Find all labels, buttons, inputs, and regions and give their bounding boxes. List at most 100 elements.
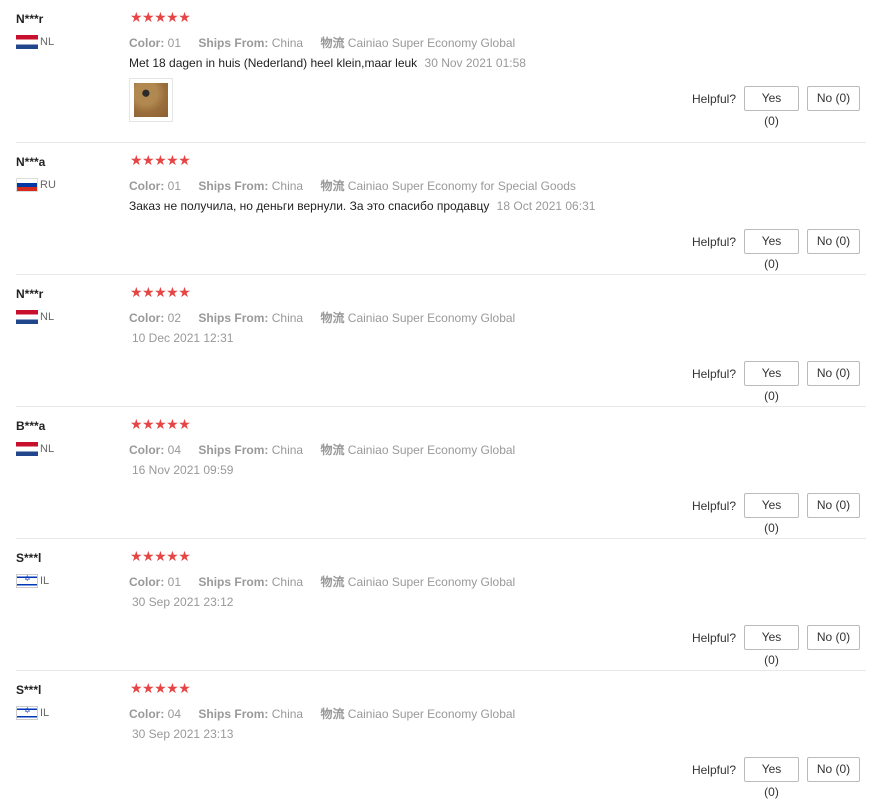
country-code: IL bbox=[40, 707, 50, 719]
color-label: Color: bbox=[129, 707, 165, 721]
helpful-yes-button[interactable]: Yes (0) bbox=[744, 493, 799, 535]
helpful-label: Helpful? bbox=[691, 498, 736, 513]
reviewer-country: NL bbox=[16, 442, 54, 456]
star-rating: ★★★★★ bbox=[130, 285, 191, 301]
review-meta: Color: 01 Ships From: China 物流 Cainiao S… bbox=[129, 573, 515, 590]
review-item: N***r NL ★★★★★ Color: 01 Ships From: Chi… bbox=[16, 10, 866, 143]
helpful-no-button[interactable]: No (0) bbox=[807, 757, 860, 782]
review-meta: Color: 01 Ships From: China 物流 Cainiao S… bbox=[129, 34, 515, 51]
reviewer-country: IL bbox=[16, 706, 49, 720]
reviewer-name: S***l bbox=[16, 683, 42, 697]
ships-from-label: Ships From: bbox=[198, 443, 269, 457]
reviewer-name: S***l bbox=[16, 551, 42, 565]
review-date: 30 Sep 2021 23:12 bbox=[132, 595, 234, 609]
helpful-yes-button[interactable]: Yes (0) bbox=[744, 229, 799, 271]
logistics-label: 物流 bbox=[320, 707, 345, 721]
review-text: Met 18 dagen in huis (Nederland) heel kl… bbox=[129, 56, 418, 70]
logistics-value: Cainiao Super Economy Global bbox=[347, 311, 516, 325]
color-value: 01 bbox=[167, 179, 182, 193]
helpful-no-button[interactable]: No (0) bbox=[807, 361, 860, 386]
color-value: 01 bbox=[167, 575, 182, 589]
helpful-no-button[interactable]: No (0) bbox=[807, 493, 860, 518]
helpful-controls: Helpful? Yes (0) No (0) bbox=[691, 86, 860, 128]
color-label: Color: bbox=[129, 443, 165, 457]
logistics-label: 物流 bbox=[320, 179, 345, 193]
helpful-controls: Helpful? Yes (0) No (0) bbox=[691, 493, 860, 535]
israel-flag-icon bbox=[16, 706, 38, 720]
helpful-label: Helpful? bbox=[691, 630, 736, 645]
review-meta: Color: 04 Ships From: China 物流 Cainiao S… bbox=[129, 441, 515, 458]
review-photo bbox=[134, 83, 168, 117]
logistics-label: 物流 bbox=[320, 443, 345, 457]
logistics-value: Cainiao Super Economy for Special Goods bbox=[347, 179, 576, 193]
color-label: Color: bbox=[129, 179, 165, 193]
review-item: S***l IL ★★★★★ Color: 04 Ships From: Chi… bbox=[16, 681, 866, 799]
color-value: 04 bbox=[167, 707, 182, 721]
logistics-value: Cainiao Super Economy Global bbox=[347, 575, 516, 589]
reviewer-name: N***a bbox=[16, 155, 46, 169]
review-meta: Color: 04 Ships From: China 物流 Cainiao S… bbox=[129, 705, 515, 722]
helpful-controls: Helpful? Yes (0) No (0) bbox=[691, 757, 860, 799]
review-item: S***l IL ★★★★★ Color: 01 Ships From: Chi… bbox=[16, 549, 866, 671]
ships-from-value: China bbox=[271, 36, 304, 50]
color-value: 02 bbox=[167, 311, 182, 325]
star-rating: ★★★★★ bbox=[130, 417, 191, 433]
israel-flag-icon bbox=[16, 574, 38, 588]
logistics-value: Cainiao Super Economy Global bbox=[347, 36, 516, 50]
review-date: 10 Dec 2021 12:31 bbox=[132, 331, 234, 345]
reviewer-country: IL bbox=[16, 574, 49, 588]
ships-from-value: China bbox=[271, 311, 304, 325]
helpful-controls: Helpful? Yes (0) No (0) bbox=[691, 625, 860, 667]
color-value: 01 bbox=[167, 36, 182, 50]
reviewer-name: B***a bbox=[16, 419, 46, 433]
country-code: IL bbox=[40, 575, 50, 587]
star-rating: ★★★★★ bbox=[130, 153, 191, 169]
review-date: 16 Nov 2021 09:59 bbox=[132, 463, 234, 477]
ships-from-label: Ships From: bbox=[198, 179, 269, 193]
helpful-no-button[interactable]: No (0) bbox=[807, 229, 860, 254]
russia-flag-icon bbox=[16, 178, 38, 192]
country-code: NL bbox=[40, 36, 55, 48]
country-code: RU bbox=[40, 179, 56, 191]
reviewer-name: N***r bbox=[16, 12, 44, 26]
review-date: 18 Oct 2021 06:31 bbox=[496, 199, 596, 213]
helpful-label: Helpful? bbox=[691, 366, 736, 381]
helpful-label: Helpful? bbox=[691, 762, 736, 777]
star-rating: ★★★★★ bbox=[130, 10, 191, 26]
review-meta: Color: 01 Ships From: China 物流 Cainiao S… bbox=[129, 177, 576, 194]
review-photo-thumbnail[interactable] bbox=[129, 78, 173, 122]
logistics-value: Cainiao Super Economy Global bbox=[347, 443, 516, 457]
logistics-label: 物流 bbox=[320, 311, 345, 325]
country-code: NL bbox=[40, 311, 55, 323]
reviewer-name: N***r bbox=[16, 287, 44, 301]
helpful-yes-button[interactable]: Yes (0) bbox=[744, 86, 799, 128]
logistics-label: 物流 bbox=[320, 36, 345, 50]
ships-from-value: China bbox=[271, 575, 304, 589]
color-label: Color: bbox=[129, 575, 165, 589]
review-item: B***a NL ★★★★★ Color: 04 Ships From: Chi… bbox=[16, 417, 866, 539]
helpful-no-button[interactable]: No (0) bbox=[807, 86, 860, 111]
netherlands-flag-icon bbox=[16, 442, 38, 456]
helpful-yes-button[interactable]: Yes (0) bbox=[744, 361, 799, 403]
country-code: NL bbox=[40, 443, 55, 455]
ships-from-label: Ships From: bbox=[198, 311, 269, 325]
star-rating: ★★★★★ bbox=[130, 681, 191, 697]
reviewer-country: RU bbox=[16, 178, 56, 192]
helpful-label: Helpful? bbox=[691, 91, 736, 106]
helpful-yes-button[interactable]: Yes (0) bbox=[744, 625, 799, 667]
helpful-no-button[interactable]: No (0) bbox=[807, 625, 860, 650]
netherlands-flag-icon bbox=[16, 310, 38, 324]
review-text-line: Заказ не получила, но деньги вернули. За… bbox=[129, 199, 595, 213]
netherlands-flag-icon bbox=[16, 35, 38, 49]
ships-from-value: China bbox=[271, 707, 304, 721]
star-rating: ★★★★★ bbox=[130, 549, 191, 565]
ships-from-label: Ships From: bbox=[198, 575, 269, 589]
color-value: 04 bbox=[167, 443, 182, 457]
review-text: Заказ не получила, но деньги вернули. За… bbox=[129, 199, 490, 213]
helpful-yes-button[interactable]: Yes (0) bbox=[744, 757, 799, 799]
helpful-controls: Helpful? Yes (0) No (0) bbox=[691, 361, 860, 403]
review-text-line: Met 18 dagen in huis (Nederland) heel kl… bbox=[129, 56, 526, 70]
review-meta: Color: 02 Ships From: China 物流 Cainiao S… bbox=[129, 309, 515, 326]
helpful-controls: Helpful? Yes (0) No (0) bbox=[692, 229, 860, 271]
logistics-value: Cainiao Super Economy Global bbox=[347, 707, 516, 721]
